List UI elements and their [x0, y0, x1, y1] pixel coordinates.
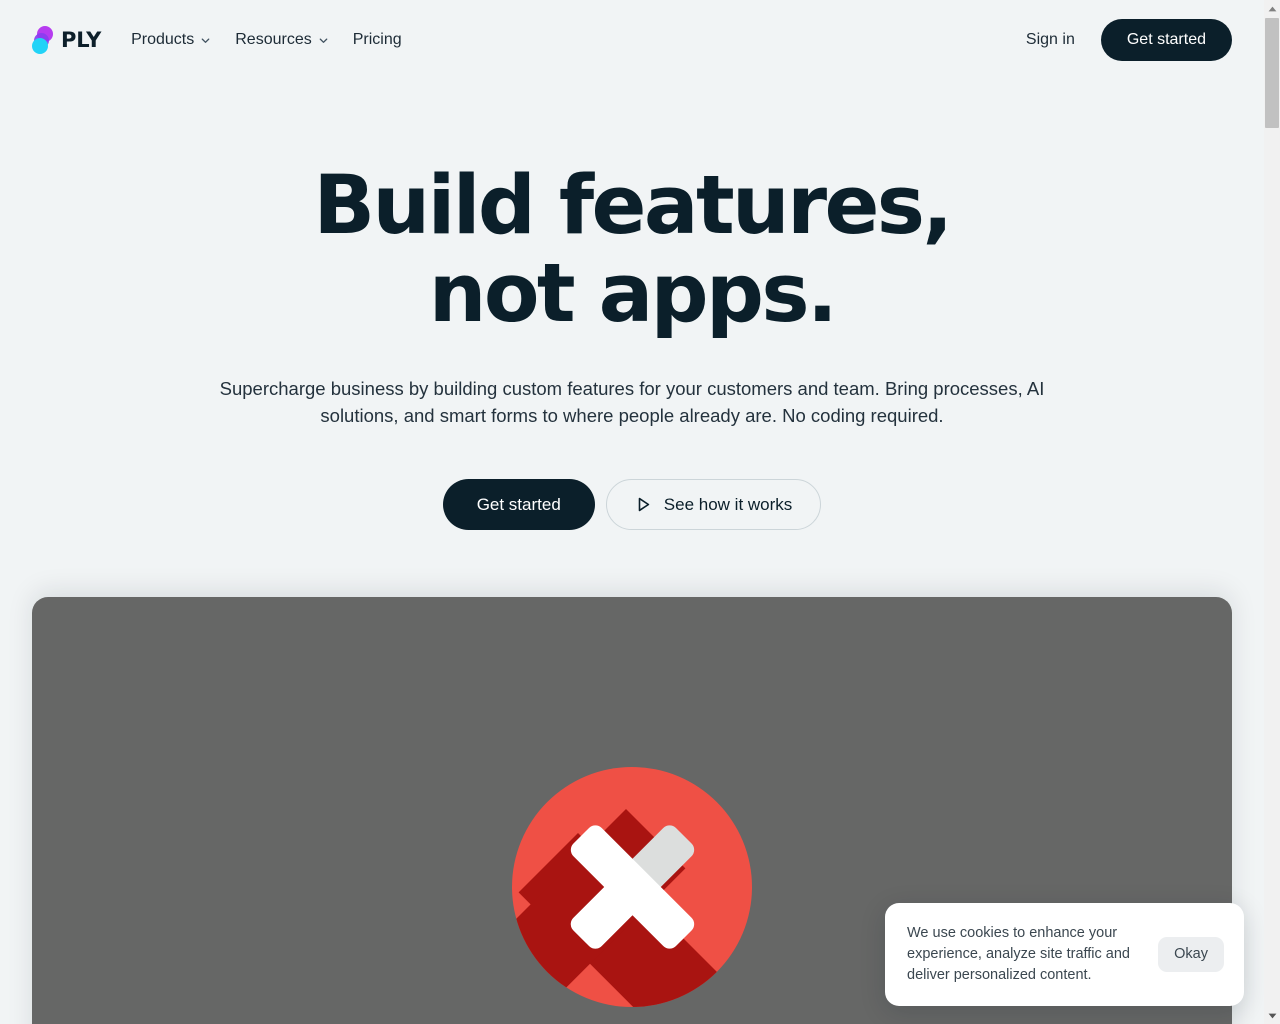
- nav-item-products[interactable]: Products: [131, 32, 211, 48]
- nav-item-pricing[interactable]: Pricing: [353, 32, 402, 48]
- triangle-up-icon: [1268, 6, 1276, 11]
- chevron-down-icon: [318, 35, 329, 46]
- chevron-down-icon: [200, 35, 211, 46]
- broken-image-icon: [512, 767, 752, 1007]
- site-header: PLY Products Resources Pricing Sign in G…: [0, 0, 1264, 80]
- sign-in-link[interactable]: Sign in: [1026, 31, 1075, 49]
- header-left-group: PLY Products Resources Pricing: [32, 25, 402, 55]
- brand-logo-link[interactable]: PLY: [32, 25, 101, 55]
- hero-headline-line-2: not apps.: [428, 247, 838, 341]
- header-right-group: Sign in Get started: [1026, 19, 1232, 61]
- broken-image-circle: [512, 767, 752, 1007]
- page-viewport: PLY Products Resources Pricing Sign in G…: [0, 0, 1264, 1024]
- hero-get-started-button[interactable]: Get started: [442, 479, 595, 530]
- cookie-consent-message: We use cookies to enhance your experienc…: [907, 925, 1131, 983]
- primary-navigation: Products Resources Pricing: [131, 32, 402, 48]
- hero-headline: Build features, not apps.: [182, 80, 1082, 338]
- nav-item-resources-label: Resources: [235, 31, 312, 48]
- play-icon: [635, 496, 652, 513]
- brand-wordmark: PLY: [61, 28, 102, 52]
- scroll-down-button[interactable]: [1264, 1007, 1280, 1024]
- hero-headline-line-1: Build features,: [313, 159, 953, 253]
- see-how-it-works-button[interactable]: See how it works: [605, 479, 822, 530]
- vertical-scrollbar[interactable]: [1264, 0, 1280, 1024]
- ply-logo-icon: [32, 25, 54, 55]
- hero-section: Build features, not apps. Supercharge bu…: [0, 80, 1264, 530]
- nav-item-pricing-label: Pricing: [352, 31, 402, 48]
- triangle-down-icon: [1268, 1013, 1276, 1018]
- cookie-consent-banner: We use cookies to enhance your experienc…: [885, 903, 1244, 1006]
- hero-cta-row: Get started See how it works: [0, 479, 1264, 530]
- cookie-accept-button[interactable]: Okay: [1158, 937, 1224, 972]
- header-get-started-button[interactable]: Get started: [1100, 19, 1232, 61]
- nav-item-resources[interactable]: Resources: [235, 32, 328, 48]
- scrollbar-thumb[interactable]: [1265, 18, 1279, 128]
- hero-subheadline: Supercharge business by building custom …: [219, 378, 1045, 426]
- nav-item-products-label: Products: [131, 31, 195, 48]
- scroll-up-button[interactable]: [1264, 0, 1280, 17]
- see-how-it-works-label: See how it works: [663, 495, 793, 514]
